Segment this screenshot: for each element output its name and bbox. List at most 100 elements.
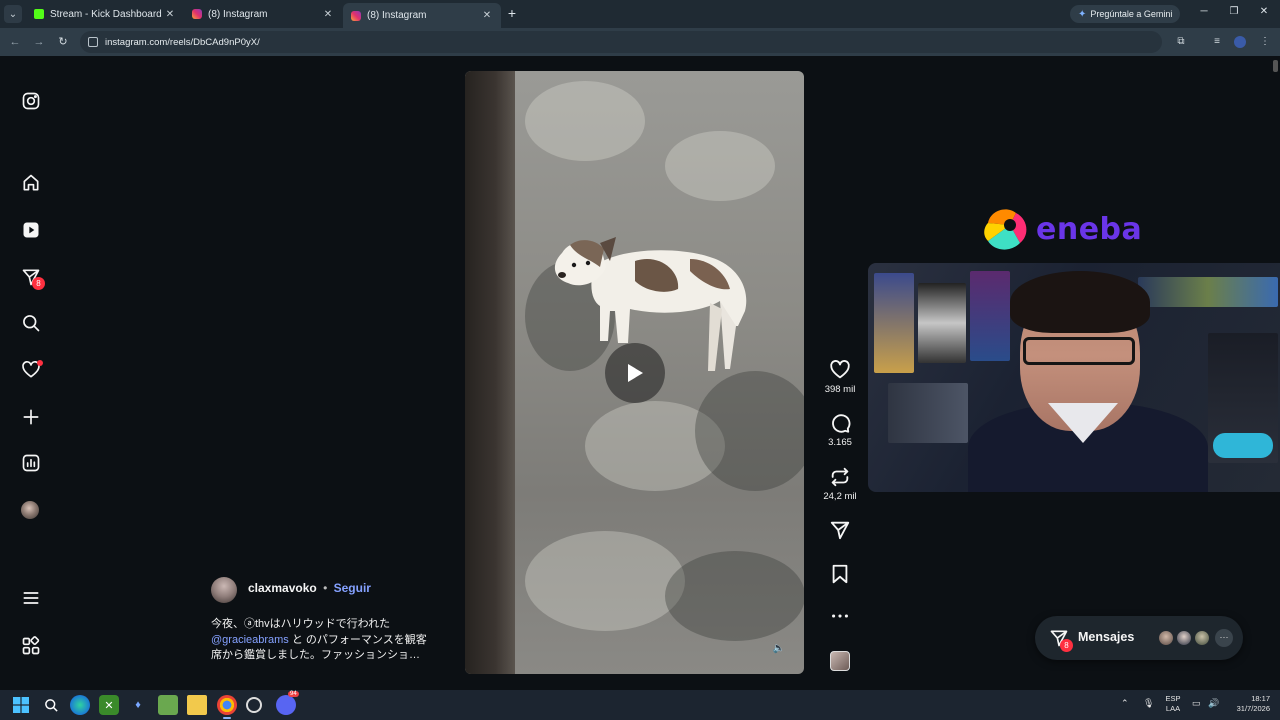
separator: • — [323, 581, 328, 595]
close-icon[interactable]: ✕ — [322, 9, 334, 20]
scrollbar-thumb[interactable] — [1273, 60, 1278, 72]
conversation-avatar[interactable] — [1193, 629, 1211, 647]
instagram-icon — [192, 9, 202, 19]
play-button[interactable] — [605, 343, 665, 403]
reload-icon[interactable]: ↻ — [56, 35, 70, 49]
windows-taskbar: ✕ ♦ 94 ⌃ 🎙 ESP LAA ▭ 🔊 18:17 31/7/2026 — [0, 690, 1280, 720]
system-clock[interactable]: 18:17 31/7/2026 — [1225, 694, 1270, 714]
tab-instagram-active[interactable]: (8) Instagram ✕ — [343, 3, 501, 28]
streamer-hair — [1010, 271, 1150, 333]
author-avatar[interactable] — [211, 577, 237, 603]
clock-time: 18:17 — [1251, 694, 1270, 703]
search-icon[interactable] — [20, 312, 42, 334]
url-text: instagram.com/reels/DbCAd9nP0yX/ — [105, 36, 260, 48]
windows-start-icon[interactable] — [11, 695, 31, 715]
edge-icon[interactable] — [70, 695, 90, 715]
tab-title: (8) Instagram — [367, 10, 427, 21]
messages-badge: 8 — [32, 277, 45, 290]
wall-poster — [918, 283, 966, 363]
tab-kick-dashboard[interactable]: Stream - Kick Dashboard ✕ — [26, 3, 184, 25]
save-button[interactable] — [820, 563, 860, 585]
tab-instagram-1[interactable]: (8) Instagram ✕ — [184, 3, 342, 25]
eneba-wordmark: eneba — [1036, 211, 1143, 247]
discord-icon[interactable]: 94 — [276, 691, 299, 715]
caption-mention[interactable]: @gracieabrams — [211, 634, 289, 646]
discord-badge: 94 — [288, 691, 299, 697]
gemini-sparkle-icon: ✦ — [1078, 8, 1087, 20]
home-icon[interactable] — [20, 172, 42, 194]
browser-menu-icon[interactable]: ⋮ — [1258, 36, 1272, 48]
url-bar[interactable]: instagram.com/reels/DbCAd9nP0yX/ — [80, 31, 1162, 53]
new-tab-button[interactable]: + — [505, 5, 519, 21]
close-icon[interactable]: ✕ — [481, 10, 493, 21]
app-icon[interactable]: ♦ — [128, 695, 148, 715]
sunlight-patch — [665, 131, 775, 201]
figure-shelf — [1138, 277, 1278, 307]
instagram-icon — [351, 10, 361, 21]
streamer-webcam — [868, 263, 1280, 492]
instagram-logo-icon[interactable] — [20, 90, 42, 112]
network-icon[interactable]: ▭ — [1192, 698, 1201, 709]
bookmark-icon — [832, 564, 848, 584]
taskbar-search-icon[interactable] — [41, 695, 61, 715]
repost-button[interactable]: 24,2 mil — [820, 466, 860, 502]
caption-line: @gracieabrams と のパフォーマンスを観客 — [211, 633, 451, 649]
shelf — [888, 383, 968, 443]
forward-icon[interactable]: → — [32, 35, 46, 49]
menu-icon[interactable] — [20, 587, 42, 609]
obs-icon[interactable] — [246, 697, 262, 713]
conversation-avatar[interactable] — [1175, 629, 1193, 647]
gemini-label: Pregúntale a Gemini — [1090, 9, 1173, 19]
shadow-patch — [665, 551, 804, 641]
site-info-icon[interactable] — [88, 37, 98, 47]
notification-dot — [37, 360, 43, 366]
xbox-icon[interactable]: ✕ — [99, 695, 119, 715]
conversation-avatar[interactable] — [1157, 629, 1175, 647]
like-button[interactable]: 398 mil — [820, 359, 860, 395]
reels-icon[interactable] — [20, 219, 42, 241]
follow-button[interactable]: Seguir — [334, 581, 371, 595]
messages-pill[interactable]: 8 Mensajes ··· — [1035, 616, 1243, 660]
author-username[interactable]: claxmavoko — [248, 581, 317, 595]
close-icon[interactable]: ✕ — [164, 9, 176, 20]
play-icon — [628, 364, 643, 382]
language-indicator[interactable]: ESP LAA — [1165, 694, 1181, 714]
volume-icon[interactable]: 🔈 — [771, 641, 787, 657]
tab-search-button[interactable]: ⌄ — [4, 5, 22, 23]
chrome-icon[interactable] — [217, 695, 237, 719]
comment-button[interactable]: 3.165 — [820, 412, 860, 448]
minimize-icon[interactable]: ─ — [1194, 6, 1214, 17]
reel-video[interactable]: 🔈 — [465, 71, 804, 674]
reel-caption[interactable]: 今夜、ⓐthvはハリウッドで行われた @gracieabrams と のパフォー… — [211, 617, 451, 664]
kick-icon — [34, 9, 44, 19]
plush-toy — [1213, 433, 1273, 458]
create-icon[interactable] — [20, 406, 42, 428]
file-explorer-icon[interactable] — [187, 695, 207, 715]
window-close-icon[interactable]: ✕ — [1254, 6, 1274, 17]
caption-text: と のパフォーマンスを観客 — [288, 633, 427, 646]
language-code: ESP — [1165, 694, 1181, 703]
media-controls-icon[interactable]: ≡ — [1210, 36, 1224, 48]
more-options-button[interactable] — [820, 605, 860, 627]
profile-avatar[interactable] — [21, 501, 39, 519]
back-icon[interactable]: ← — [8, 35, 22, 49]
profile-icon[interactable] — [1234, 36, 1246, 48]
restore-icon[interactable]: ❐ — [1224, 6, 1244, 17]
tray-overflow-icon[interactable]: ⌃ — [1121, 698, 1129, 709]
gemini-button[interactable]: ✦ Pregúntale a Gemini — [1070, 5, 1181, 23]
microphone-icon[interactable]: 🎙 — [1143, 698, 1154, 709]
original-audio-thumbnail[interactable] — [830, 651, 850, 671]
author-row: claxmavoko • Seguir — [248, 581, 371, 595]
game-app-icon[interactable] — [158, 695, 178, 715]
share-button[interactable] — [820, 519, 860, 541]
extensions-icon[interactable]: ⧉ — [1174, 36, 1188, 48]
wall-poster — [874, 273, 914, 373]
tab-title: Stream - Kick Dashboard — [50, 8, 162, 20]
dashboard-icon[interactable] — [20, 452, 42, 474]
also-from-meta-icon[interactable] — [20, 635, 42, 657]
caption-line: 席から鑑賞しました。ファッションショ… — [211, 649, 420, 661]
comment-icon — [832, 414, 851, 433]
volume-tray-icon[interactable]: 🔊 — [1208, 698, 1219, 709]
messages-badge: 8 — [1060, 639, 1073, 652]
more-conversations-icon[interactable]: ··· — [1215, 629, 1233, 647]
